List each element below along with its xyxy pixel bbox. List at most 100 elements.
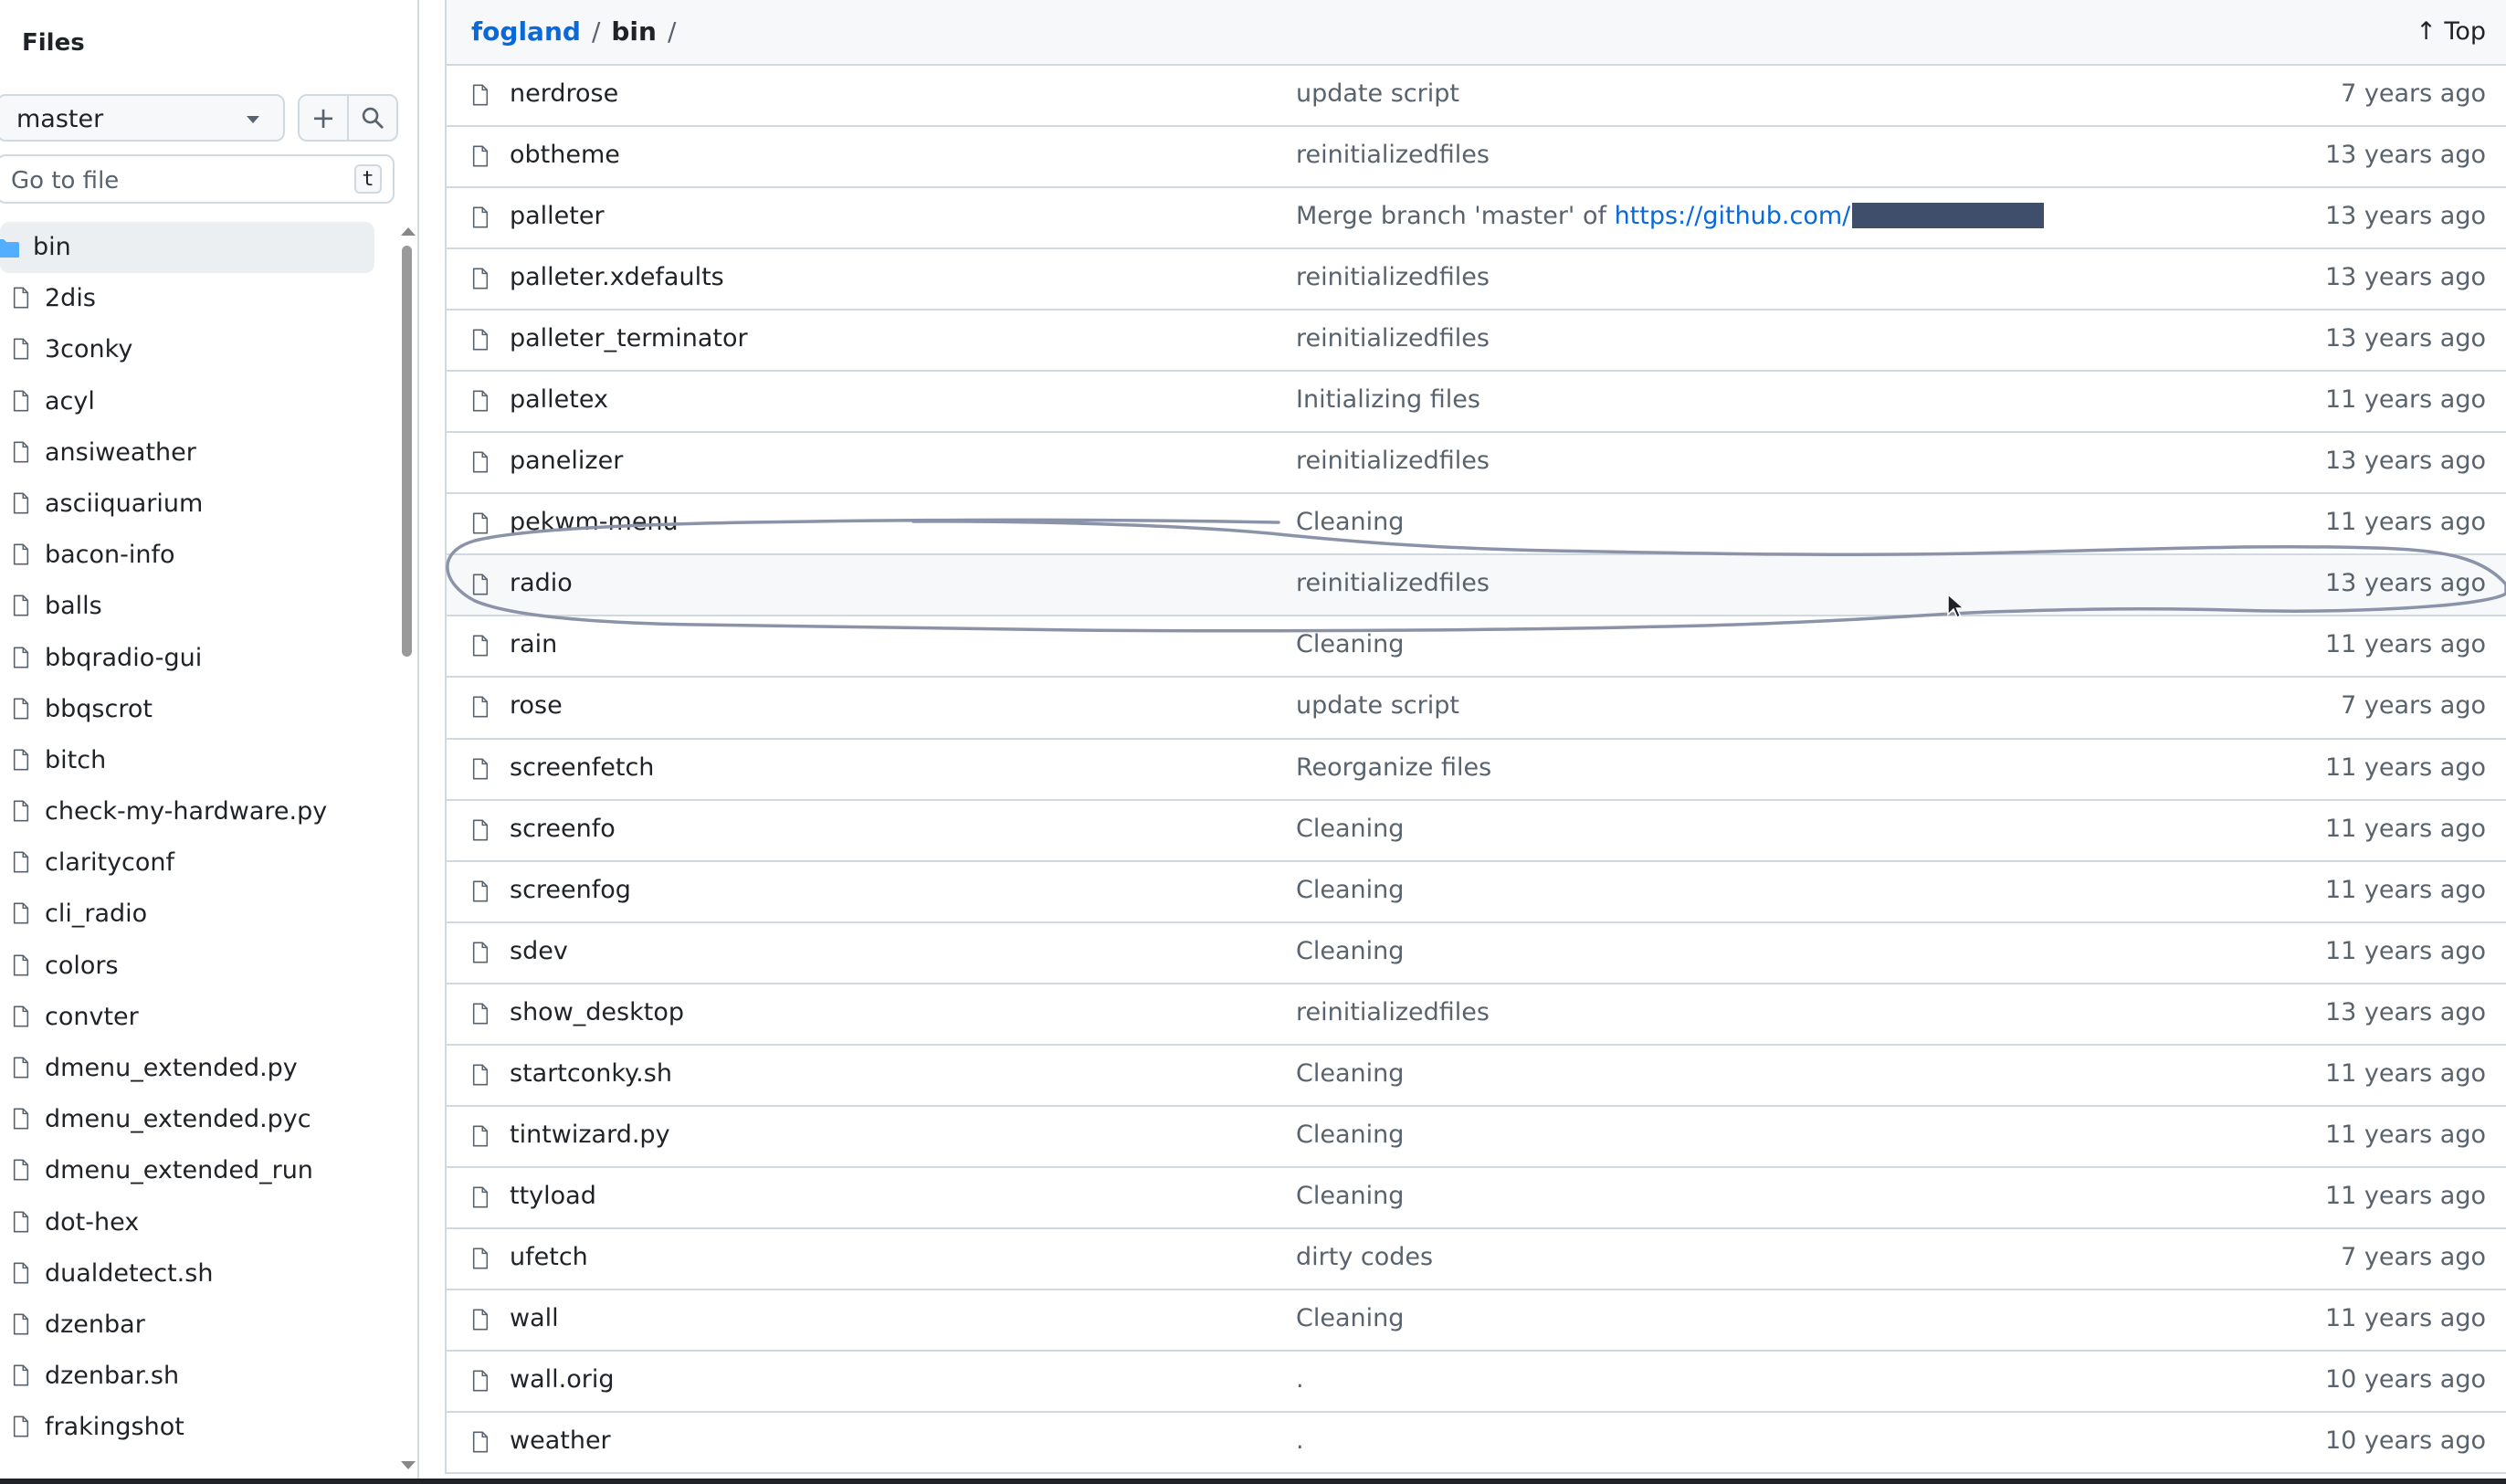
file-name-link[interactable]: obtheme: [510, 141, 620, 169]
file-name-link[interactable]: wall.orig: [510, 1365, 614, 1394]
tree-folder-item[interactable]: bin: [0, 222, 374, 274]
tree-file-item[interactable]: bacon-info: [0, 530, 393, 581]
commit-message-link[interactable]: .: [1296, 1365, 1304, 1394]
commit-message-link[interactable]: update script: [1296, 79, 1459, 108]
commit-message-link[interactable]: reinitializedfiles: [1296, 324, 1490, 353]
tree-file-item[interactable]: dmenu_extended.pyc: [0, 1094, 393, 1145]
file-name-link[interactable]: weather: [510, 1426, 611, 1455]
commit-message-link[interactable]: reinitializedfiles: [1296, 447, 1490, 475]
file-name-link[interactable]: screenfetch: [510, 753, 654, 782]
tree-file-item[interactable]: dualdetect.sh: [0, 1248, 393, 1300]
commit-message-link[interactable]: reinitializedfiles: [1296, 998, 1490, 1026]
file-name-link[interactable]: show_desktop: [510, 998, 684, 1026]
file-row[interactable]: palletex Initializing files 11 years ago: [447, 372, 2506, 434]
tree-file-item[interactable]: bbqscrot: [0, 684, 393, 735]
commit-message-link[interactable]: Cleaning: [1296, 630, 1404, 658]
commit-message-link[interactable]: Reorganize files: [1296, 753, 1491, 782]
file-row[interactable]: radio reinitializedfiles 13 years ago: [447, 555, 2506, 617]
file-name-link[interactable]: palletex: [510, 385, 608, 414]
commit-message-link[interactable]: Cleaning: [1296, 508, 1404, 536]
tree-file-item[interactable]: dzenbar.sh: [0, 1351, 393, 1402]
commit-message-link[interactable]: Cleaning: [1296, 1121, 1404, 1149]
file-name-link[interactable]: radio: [510, 569, 573, 597]
scroll-up-arrow-icon[interactable]: [401, 227, 416, 236]
scroll-down-arrow-icon[interactable]: [401, 1461, 416, 1469]
file-row[interactable]: ttyload Cleaning 11 years ago: [447, 1168, 2506, 1229]
file-name-link[interactable]: palleter: [510, 202, 605, 230]
tree-file-item[interactable]: asciiquarium: [0, 479, 393, 530]
file-row[interactable]: wall.orig. 10 years ago: [447, 1352, 2506, 1414]
file-row[interactable]: palleter_terminator reinitializedfiles 13 …: [447, 310, 2506, 373]
commit-message-link[interactable]: Initializing files: [1296, 385, 1480, 414]
tree-file-item[interactable]: convter: [0, 992, 393, 1043]
commit-message-link[interactable]: Cleaning: [1296, 876, 1404, 904]
commit-message-link[interactable]: reinitializedfiles: [1296, 263, 1490, 291]
tree-file-item[interactable]: dmenu_extended.py: [0, 1043, 393, 1094]
commit-message-link[interactable]: Cleaning: [1296, 1182, 1404, 1210]
file-row[interactable]: screenfo Cleaning 11 years ago: [447, 801, 2506, 862]
sidebar-scrollbar[interactable]: [398, 223, 416, 1474]
file-row[interactable]: sdev Cleaning 11 years ago: [447, 923, 2506, 984]
commit-message-link[interactable]: Cleaning: [1296, 815, 1404, 843]
file-row[interactable]: panelizer reinitializedfiles 13 years ago: [447, 433, 2506, 495]
commit-message-link[interactable]: Merge branch 'master' of https://github.…: [1296, 202, 2045, 230]
file-name-link[interactable]: sdev: [510, 937, 568, 965]
file-name-link[interactable]: ufetch: [510, 1243, 588, 1271]
branch-selector[interactable]: master: [0, 94, 285, 142]
commit-message-link[interactable]: .: [1296, 1426, 1304, 1455]
file-row[interactable]: palleter.xdefaults reinitializedfiles 13 y…: [447, 249, 2506, 311]
commit-message-link[interactable]: update script: [1296, 691, 1459, 720]
file-name-link[interactable]: palleter.xdefaults: [510, 263, 724, 291]
breadcrumb-repo-link[interactable]: fogland: [471, 16, 581, 47]
file-row[interactable]: screenfog Cleaning 11 years ago: [447, 862, 2506, 923]
file-row[interactable]: startconky.sh Cleaning 11 years ago: [447, 1046, 2506, 1107]
file-name-link[interactable]: rain: [510, 630, 557, 658]
file-name-link[interactable]: tintwizard.py: [510, 1121, 670, 1149]
tree-file-item[interactable]: bbqradio-gui: [0, 633, 393, 684]
add-file-button[interactable]: +: [298, 94, 349, 142]
commit-message-link[interactable]: Cleaning: [1296, 1304, 1404, 1332]
file-row[interactable]: rain Cleaning 11 years ago: [447, 616, 2506, 679]
tree-file-item[interactable]: dmenu_extended_run: [0, 1145, 393, 1196]
file-name-link[interactable]: screenfo: [510, 815, 616, 843]
file-name-link[interactable]: startconky.sh: [510, 1059, 672, 1088]
file-name-link[interactable]: palleter_terminator: [510, 324, 748, 353]
tree-file-item[interactable]: clarityconf: [0, 837, 393, 889]
file-name-link[interactable]: ttyload: [510, 1182, 596, 1210]
tree-file-item[interactable]: dot-hex: [0, 1197, 393, 1248]
go-to-file-input[interactable]: Go to file t: [0, 154, 395, 204]
file-row[interactable]: rose update script 7 years ago: [447, 678, 2506, 740]
tree-file-item[interactable]: balls: [0, 581, 393, 632]
file-row[interactable]: screenfetch Reorganize files 11 years ago: [447, 740, 2506, 801]
tree-file-item[interactable]: 3conky: [0, 324, 393, 375]
tree-file-item[interactable]: 2dis: [0, 273, 393, 324]
search-files-button[interactable]: [347, 94, 398, 142]
file-row[interactable]: pekwm-menu Cleaning 11 years ago: [447, 494, 2506, 556]
file-row[interactable]: obtheme reinitializedfiles 13 years ago: [447, 127, 2506, 189]
tree-file-item[interactable]: dzenbar: [0, 1300, 393, 1351]
file-row[interactable]: palleter Merge branch 'master' of https:/…: [447, 188, 2506, 250]
tree-file-item[interactable]: bitch: [0, 735, 393, 786]
commit-message-link[interactable]: dirty codes: [1296, 1243, 1433, 1271]
back-to-top-button[interactable]: ↑ Top: [2416, 17, 2486, 46]
file-row[interactable]: nerdrose update script 7 years ago: [447, 66, 2506, 128]
file-row[interactable]: tintwizard.py Cleaning 11 years ago: [447, 1107, 2506, 1168]
tree-file-item[interactable]: cli_radio: [0, 889, 393, 940]
file-row[interactable]: show_desktop reinitializedfiles 13 years a…: [447, 984, 2506, 1046]
commit-message-link[interactable]: reinitializedfiles: [1296, 141, 1490, 169]
commit-message-link[interactable]: Cleaning: [1296, 1059, 1404, 1088]
tree-file-item[interactable]: check-my-hardware.py: [0, 786, 393, 837]
file-name-link[interactable]: rose: [510, 691, 563, 720]
tree-file-item[interactable]: acyl: [0, 376, 393, 427]
commit-message-link[interactable]: Cleaning: [1296, 937, 1404, 965]
tree-file-item[interactable]: ansiweather: [0, 427, 393, 479]
commit-message-link[interactable]: reinitializedfiles: [1296, 569, 1490, 597]
file-row[interactable]: wall Cleaning 11 years ago: [447, 1290, 2506, 1352]
file-name-link[interactable]: screenfog: [510, 876, 631, 904]
file-name-link[interactable]: pekwm-menu: [510, 508, 679, 536]
file-name-link[interactable]: nerdrose: [510, 79, 618, 108]
tree-file-item[interactable]: colors: [0, 941, 393, 992]
commit-url-link[interactable]: https://github.com/: [1615, 202, 1851, 230]
scrollbar-thumb[interactable]: [402, 246, 412, 657]
tree-file-item[interactable]: frakingshot: [0, 1402, 393, 1453]
